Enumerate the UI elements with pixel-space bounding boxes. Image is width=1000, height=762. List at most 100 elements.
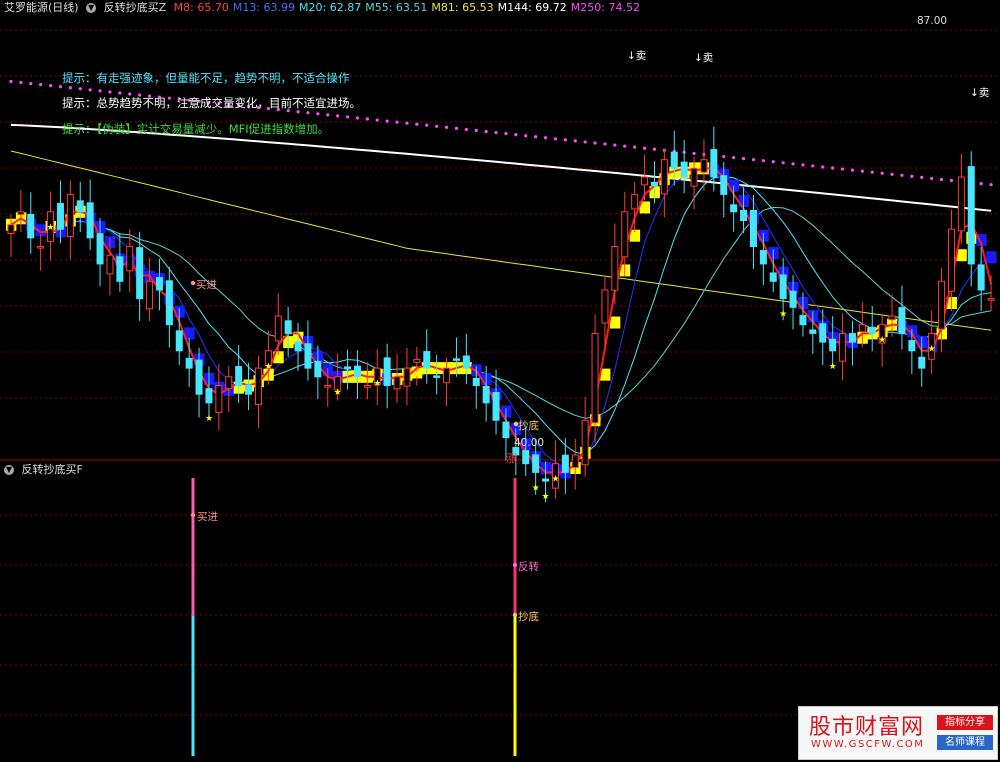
ma250-dot <box>821 165 825 169</box>
candle-body <box>908 340 916 352</box>
candle-body <box>195 359 203 395</box>
price-chart[interactable]: ★★★★★★★★★★★★★ <box>0 0 1000 762</box>
candle-body <box>957 176 965 232</box>
low-price-label: 40.00 <box>514 437 545 449</box>
candle-body <box>205 388 213 404</box>
candle-body <box>363 385 371 388</box>
candle-body <box>492 391 500 421</box>
ma250-dot <box>801 163 805 167</box>
watermark-url: WWW.GSCFW.COM <box>811 739 925 750</box>
candle-body <box>66 193 74 237</box>
candle-body <box>423 351 431 369</box>
ma250-dot <box>415 122 419 126</box>
ma-value-0: M8: 65.70 <box>173 1 229 14</box>
ma250-dot <box>78 87 82 91</box>
watermark-logo: 股市财富网 <box>809 715 925 740</box>
candle-body <box>254 367 262 406</box>
sell-mark-3: ↓卖 <box>970 87 990 99</box>
candle-body <box>443 367 451 384</box>
candle-body <box>839 332 847 362</box>
sell-mark-2: ↓卖 <box>694 52 714 64</box>
candle-body <box>225 376 233 390</box>
ma250-dot <box>336 114 340 118</box>
candle-body <box>700 159 708 173</box>
star-mark: ★ <box>413 370 421 380</box>
tip-2: 提示：总势趋势不明，注意成交量变化，目前不适宜进场。 <box>62 96 361 110</box>
candle-body <box>462 355 470 369</box>
candle-body <box>324 385 332 388</box>
candle-body <box>383 357 391 387</box>
candle-body <box>86 202 94 239</box>
ma250-dot <box>930 176 934 181</box>
candle-body <box>522 450 530 465</box>
ma-value-5: M144: 69.72 <box>497 1 567 14</box>
rise-label: 涨 <box>506 452 517 465</box>
candle-body <box>353 365 361 378</box>
candle-body <box>274 315 282 342</box>
ma250-dot <box>454 126 459 130</box>
ma250-dot <box>900 173 904 177</box>
settings-circle-icon[interactable]: ▼ <box>86 3 97 13</box>
ma250-dot <box>48 84 53 88</box>
ma250-dot <box>9 79 13 84</box>
candle-body <box>591 332 599 424</box>
ma-value-2: M20: 62.87 <box>299 1 362 14</box>
stock-title[interactable]: 艾罗能源(日线) <box>4 1 79 14</box>
star-mark: ★ <box>551 475 559 485</box>
ma250-dot <box>751 158 756 162</box>
bottom-mark-label: 抄底 <box>518 420 539 432</box>
candle-body <box>7 224 15 234</box>
candle-body <box>581 419 589 466</box>
candle-body <box>482 385 490 404</box>
indicator-name[interactable]: 反转抄底买Z <box>104 1 167 14</box>
ma250-dot <box>939 177 944 182</box>
lower-panel-title[interactable]: 反转抄底买F <box>22 463 83 476</box>
candle-body <box>126 246 134 272</box>
ma250-dot <box>563 138 567 142</box>
candle-body <box>898 307 906 334</box>
ma250-dot <box>405 121 409 125</box>
ma250-dot <box>979 182 983 186</box>
candle-body <box>977 264 985 291</box>
candle-body <box>868 326 876 334</box>
ma250-dot <box>345 115 350 119</box>
watermark-box: 股市财富网 WWW.GSCFW.COM 指标分享 名师课程 <box>798 706 998 760</box>
candle-body <box>670 151 678 169</box>
candle-body <box>740 209 748 221</box>
ma250-dot <box>444 125 449 129</box>
trend-block <box>986 251 997 264</box>
candle-body <box>472 377 480 387</box>
candle-body <box>344 366 352 369</box>
star-mark: ★ <box>829 362 837 372</box>
ma250-dot <box>860 169 864 173</box>
ma250-dot <box>850 168 855 172</box>
candle-body <box>136 247 144 300</box>
ma250-dot <box>603 142 607 146</box>
ma250-dot <box>811 164 815 168</box>
candle-body <box>819 323 827 343</box>
candle-body <box>284 320 292 334</box>
watermark-tag-course[interactable]: 名师课程 <box>937 735 993 750</box>
candle-body <box>660 159 668 195</box>
ma55-line <box>10 206 992 419</box>
ma-value-6: M250: 74.52 <box>570 1 640 14</box>
ma250-dot <box>474 128 478 133</box>
star-mark: ★ <box>264 362 272 372</box>
signal-dot <box>512 612 518 618</box>
lower-settings-circle-icon[interactable]: ▼ <box>4 465 14 475</box>
watermark-tag-share[interactable]: 指标分享 <box>937 715 993 730</box>
ma250-dot <box>949 178 954 183</box>
ma250-dot <box>39 83 43 87</box>
candle-body <box>769 272 777 282</box>
ma250-dot <box>88 88 92 92</box>
ma-value-4: M81: 65.53 <box>431 1 494 14</box>
ma250-dot <box>840 167 845 171</box>
ma250-dot <box>573 139 577 143</box>
ma250-dot <box>484 129 488 134</box>
candle-body <box>146 280 154 310</box>
high-price-label: 87.00 <box>917 15 948 27</box>
candle-body <box>888 315 896 321</box>
candle-body <box>601 289 609 324</box>
ma250-dot <box>98 89 102 93</box>
candle-body <box>779 274 787 300</box>
